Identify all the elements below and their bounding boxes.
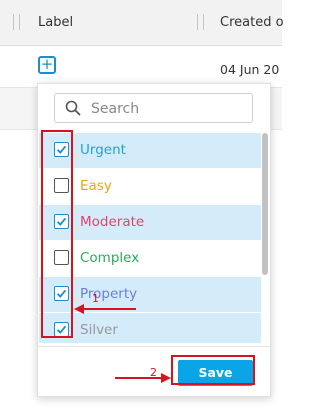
annotation-highlight-save xyxy=(171,355,255,385)
add-label-button[interactable]: + xyxy=(38,56,56,74)
column-resize-handle[interactable] xyxy=(13,14,20,30)
plus-icon: + xyxy=(40,55,54,73)
label-option-text: Moderate xyxy=(80,214,145,230)
column-header-label[interactable]: Label xyxy=(38,15,73,30)
annotation-arrow-icon xyxy=(74,304,136,314)
search-box[interactable] xyxy=(54,93,253,123)
scrollbar-thumb[interactable] xyxy=(262,133,268,275)
search-icon xyxy=(65,100,81,116)
divider xyxy=(38,346,270,347)
annotation-arrow-icon xyxy=(115,373,171,383)
label-option-text: Complex xyxy=(80,250,140,266)
label-option-text: Easy xyxy=(80,178,112,194)
label-option-text: Silver xyxy=(80,322,118,338)
column-header-created[interactable]: Created o xyxy=(220,15,284,30)
label-option-text: Property xyxy=(80,286,138,302)
annotation-highlight-checkboxes xyxy=(41,130,73,338)
table-header: Label Created o xyxy=(0,0,284,46)
created-date: 04 Jun 20 xyxy=(220,62,280,77)
search-input[interactable] xyxy=(89,98,243,120)
column-resize-handle[interactable] xyxy=(197,14,204,30)
label-option-text: Urgent xyxy=(80,142,126,158)
